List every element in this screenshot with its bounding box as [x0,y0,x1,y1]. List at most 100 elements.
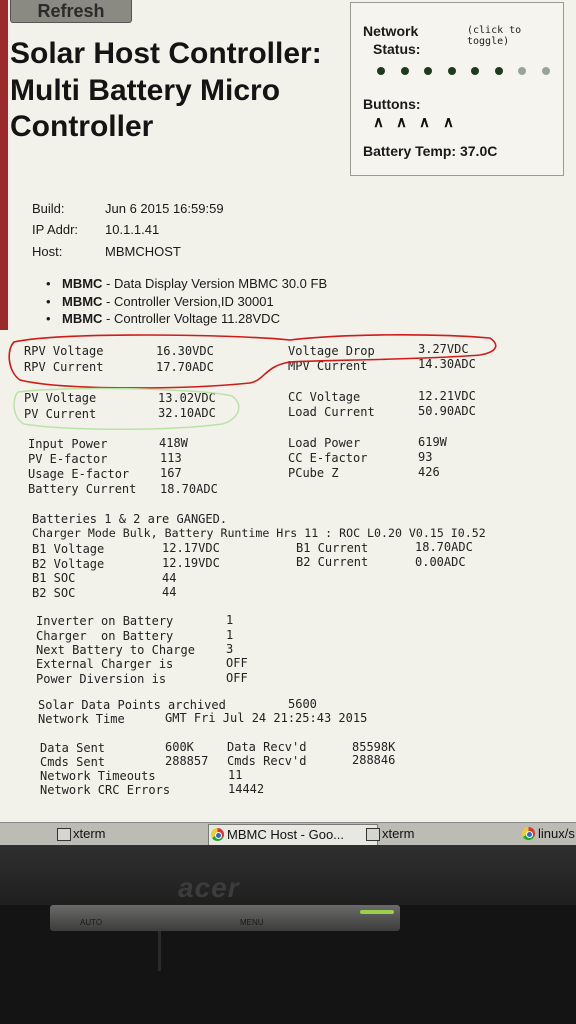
cc-efactor-label: CC E-factor [288,451,368,465]
data-recv-value: 85598K [352,740,396,754]
build-label: Build: [32,201,65,216]
list-item: MBMC - Data Display Version MBMC 30.0 FB [46,276,327,294]
data-recv-label: Data Recv'd [227,740,307,754]
b1-voltage-value: 12.17VDC [162,541,220,555]
ip-label: IP Addr: [32,222,79,237]
b1-voltage-label: B1 Voltage [32,542,105,556]
auto-button-label[interactable]: AUTO [80,918,102,927]
terminal-icon [57,828,71,841]
data-sent-value: 600K [165,740,194,754]
terminal-icon [366,828,380,841]
pv-voltage-label: PV Voltage [24,391,97,405]
status-label: Status: [373,41,421,57]
next-battery-value: 3 [226,642,234,656]
power-diversion-value: OFF [226,671,248,685]
network-time-value: GMT Fri Jul 24 21:25:43 2015 [165,711,368,725]
b1-current-value: 18.70ADC [415,540,473,554]
load-current-value: 50.90ADC [418,404,476,418]
voltage-drop-value: 3.27VDC [418,342,469,356]
pv-current-label: PV Current [24,407,97,421]
button-indicator-4: ∧ [443,114,454,131]
menu-button-label[interactable]: MENU [240,918,264,927]
status-dot-3 [424,67,432,75]
pv-voltage-value: 13.02VDC [158,391,216,405]
load-power-label: Load Power [288,436,361,450]
list-item: MBMC - Controller Voltage 11.28VDC [46,311,327,329]
b1-current-label: B1 Current [296,541,369,555]
rpv-voltage-value: 16.30VDC [156,344,214,358]
cmds-sent-value: 288857 [165,754,209,768]
rpv-voltage-label: RPV Voltage [24,344,104,358]
pcube-label: PCube Z [288,466,339,480]
cmds-recv-label: Cmds Recv'd [227,754,307,768]
battery-temp: Battery Temp: 37.0C [363,143,498,159]
cmds-recv-value: 288846 [352,753,396,767]
rpv-current-label: RPV Current [24,360,104,374]
inverter-value: 1 [226,613,234,627]
usage-efactor-label: Usage E-factor [28,467,130,481]
left-accent-strip [0,0,8,330]
load-current-label: Load Current [288,405,375,419]
status-dot-8 [541,67,550,75]
charger-label: Charger on Battery [36,629,174,643]
taskbar-item-xterm-1[interactable]: xterm [55,824,213,844]
load-power-value: 619W [418,435,447,449]
button-indicator-1: ∧ [373,114,384,131]
b2-current-value: 0.00ADC [415,555,466,569]
charger-mode: Charger Mode Bulk, Battery Runtime Hrs 1… [32,526,486,540]
cable [158,931,161,971]
acer-logo: acer [178,872,240,903]
b1-soc-value: 44 [162,571,177,585]
taskbar-item-label: xterm [73,826,106,841]
crc-errors-value: 14442 [228,782,265,796]
list-item: MBMC - Controller Version,ID 30001 [46,294,327,312]
status-dot-4 [447,67,456,75]
network-status-panel[interactable]: Network Status: (click to toggle) Button… [350,2,564,176]
build-value: Jun 6 2015 16:59:59 [105,201,224,216]
taskbar-item-label: MBMC Host - Goo... [227,827,345,842]
version-list: MBMC - Data Display Version MBMC 30.0 FB… [46,276,327,329]
battery-current-value: 18.70ADC [160,482,218,496]
voltage-drop-label: Voltage Drop [288,344,375,358]
ip-value: 10.1.1.41 [105,222,160,237]
power-led [360,910,394,914]
pv-efactor-value: 113 [160,451,182,465]
b2-soc-label: B2 SOC [32,586,76,600]
taskbar-item-mbmc-host[interactable]: MBMC Host - Goo... [208,824,378,846]
power-diversion-label: Power Diversion is [36,672,167,686]
b2-voltage-value: 12.19VDC [162,556,220,570]
charger-value: 1 [226,628,234,642]
b2-voltage-label: B2 Voltage [32,557,105,571]
cc-voltage-value: 12.21VDC [418,389,476,403]
b2-current-label: B2 Current [296,555,369,569]
b2-soc-value: 44 [162,585,177,599]
taskbar-item-xterm-2[interactable]: xterm [364,824,522,844]
status-dot-2 [400,67,409,75]
status-dot-6 [494,67,503,75]
timeouts-label: Network Timeouts [40,769,156,783]
monitor-bezel [0,845,576,905]
pv-efactor-label: PV E-factor [28,452,108,466]
refresh-button[interactable]: Refresh [10,0,132,23]
network-label: Network [363,23,419,39]
data-sent-label: Data Sent [40,741,106,755]
usage-efactor-value: 167 [160,466,182,480]
cc-voltage-label: CC Voltage [288,390,361,404]
status-dot-1 [377,67,385,75]
rpv-current-value: 17.70ADC [156,360,214,374]
crc-errors-label: Network CRC Errors [40,783,171,797]
pv-current-value: 32.10ADC [158,406,216,420]
chrome-icon [211,828,224,841]
monitor-control-panel [50,905,400,931]
cmds-sent-label: Cmds Sent [40,755,106,769]
pcube-value: 426 [418,465,440,479]
browser-page: Refresh Solar Host Controller: Multi Bat… [0,0,576,822]
host-label: Host: [32,244,63,259]
battery-current-label: Battery Current [28,482,137,496]
taskbar-item-label: xterm [382,826,415,841]
mpv-current-label: MPV Current [288,359,368,373]
next-battery-label: Next Battery to Charge [36,643,195,657]
b1-soc-label: B1 SOC [32,571,76,585]
taskbar-item-linux[interactable]: linux/s [520,824,576,844]
external-charger-label: External Charger is [36,657,174,671]
